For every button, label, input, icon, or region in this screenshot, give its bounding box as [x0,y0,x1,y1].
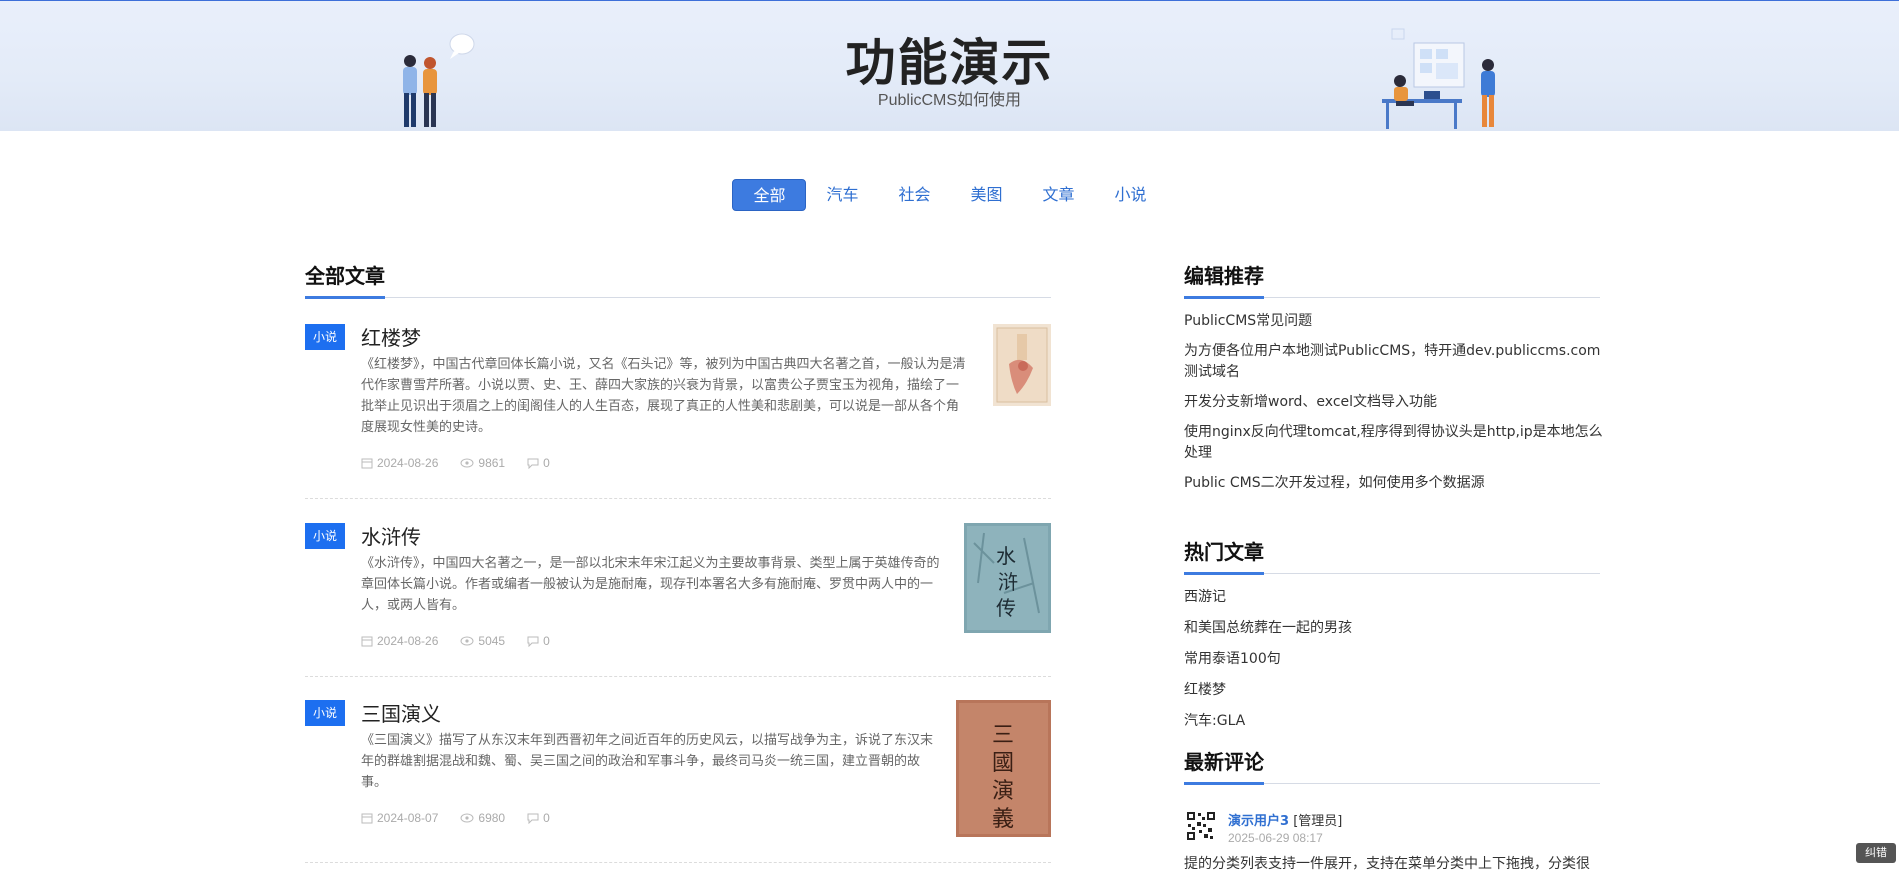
calendar-icon [361,458,373,469]
red-chamber-cover-image[interactable] [993,324,1051,406]
comments-meta: 0 [527,634,550,648]
latest-comments-accent [1184,782,1264,785]
article-date: 2024-08-26 [377,634,439,648]
hot-articles-heading: 热门文章 [1184,540,1264,564]
comment-icon [527,636,539,647]
comment-icon [527,813,539,824]
article-date: 2024-08-07 [377,811,439,825]
editor-pick-link[interactable]: 使用nginx反向代理tomcat,程序得到得协议头是http,ip是本地怎么处… [1184,422,1604,464]
comments-meta: 0 [527,456,550,470]
banner-title: 功能演示 [845,34,1054,92]
editor-picks-accent [1184,296,1264,299]
hot-articles-accent [1184,572,1264,575]
hot-article-link[interactable]: 汽车:GLA [1184,711,1604,732]
article-summary: 《三国演义》描写了从东汉末年到西晋初年之间近百年的历史风云，以描写战争为主，诉说… [361,733,934,790]
editor-pick-link[interactable]: 开发分支新增word、excel文档导入功能 [1184,392,1604,413]
article-item[interactable]: 小说 红楼梦 《红楼梦》，中国古代章回体长篇小说，又名《石头记》等，被列为中国古… [305,324,1051,499]
heading-accent [305,296,385,299]
tab-all[interactable]: 全部 [732,179,807,211]
latest-comments-heading: 最新评论 [1184,750,1264,774]
svg-text:浒: 浒 [998,570,1018,594]
hot-article-link[interactable]: 常用泰语100句 [1184,649,1604,670]
editor-pick-link[interactable]: Public CMS二次开发过程，如何使用多个数据源 [1184,473,1604,494]
svg-text:传: 传 [996,596,1016,620]
svg-text:水: 水 [996,544,1016,568]
category-badge[interactable]: 小说 [305,523,345,549]
hot-article-link[interactable]: 和美国总统葬在一起的男孩 [1184,618,1604,639]
water-margin-cover-image[interactable]: 水 浒 传 [964,523,1051,633]
feedback-button[interactable]: 纠错 [1856,843,1896,863]
comment-time: 2025-06-29 08:17 [1228,831,1323,845]
office-work-illustration [1382,28,1495,129]
article-date: 2024-08-26 [377,456,439,470]
article-summary: 《水浒传》，中国四大名著之一，是一部以北宋末年宋江起义为主要故事背景、类型上属于… [361,556,940,613]
article-views: 6980 [478,811,506,825]
category-tabs: 全部 汽车 社会 美图 文章 小说 [0,179,1899,211]
article-divider [305,862,1051,863]
tab-novels[interactable]: 小说 [1095,179,1167,211]
banner-subtitle: PublicCMS如何使用 [877,92,1022,109]
article-title[interactable]: 水浒传 [361,521,421,550]
tab-pictures[interactable]: 美图 [951,179,1023,211]
article-comments: 0 [543,811,550,825]
article-meta: 2024-08-26 5045 0 [361,634,550,648]
comment-username[interactable]: 演示用户3 [1228,814,1289,829]
category-badge[interactable]: 小说 [305,700,345,726]
date-meta: 2024-08-07 [361,811,438,825]
article-comments: 0 [543,456,550,470]
article-views: 9861 [478,456,506,470]
eye-icon [460,636,474,646]
editor-pick-link[interactable]: 为方便各位用户本地测试PublicCMS，特开通dev.publiccms.co… [1184,341,1604,383]
hot-article-link[interactable]: 红楼梦 [1184,680,1604,701]
three-kingdoms-cover-image[interactable]: 三 國 演 義 [956,700,1051,837]
views-meta: 5045 [460,634,505,648]
svg-text:義: 義 [992,807,1014,832]
eye-icon [460,458,474,468]
tab-cars[interactable]: 汽车 [806,179,878,211]
calendar-icon [361,636,373,647]
date-meta: 2024-08-26 [361,456,438,470]
date-meta: 2024-08-26 [361,634,438,648]
comment-icon [527,458,539,469]
article-title[interactable]: 三国演义 [361,698,441,727]
eye-icon [460,813,474,823]
svg-text:國: 國 [992,751,1014,776]
article-views: 5045 [478,634,506,648]
hot-articles-list: 西游记 和美国总统葬在一起的男孩 常用泰语100句 红楼梦 汽车:GLA [1184,587,1604,742]
category-badge[interactable]: 小说 [305,324,345,350]
tab-society[interactable]: 社会 [878,179,950,211]
article-meta: 2024-08-07 6980 0 [361,811,550,825]
tab-articles[interactable]: 文章 [1023,179,1095,211]
heading-divider [305,297,1051,298]
article-item[interactable]: 小说 三国演义 《三国演义》描写了从东汉末年到西晋初年之间近百年的历史风云，以描… [305,700,1051,863]
editor-picks-list: PublicCMS常见问题 为方便各位用户本地测试PublicCMS，特开通de… [1184,311,1604,503]
views-meta: 6980 [460,811,505,825]
hero-banner: 功能演示 PublicCMS如何使用 [0,1,1899,131]
article-divider [305,498,1051,499]
hot-article-link[interactable]: 西游记 [1184,587,1604,608]
article-comments: 0 [543,634,550,648]
comment-role: [管理员] [1293,814,1343,829]
editor-picks-heading: 编辑推荐 [1184,264,1264,288]
all-articles-heading: 全部文章 [305,264,385,288]
calendar-icon [361,813,373,824]
comments-meta: 0 [527,811,550,825]
comment-text[interactable]: 提的分类列表支持一件展开，支持在菜单分类中上下拖拽，分类很 [1184,853,1604,870]
svg-text:演: 演 [992,779,1014,804]
avatar[interactable] [1186,811,1216,841]
views-meta: 9861 [460,456,505,470]
editor-pick-link[interactable]: PublicCMS常见问题 [1184,311,1604,332]
article-summary: 《红楼梦》，中国古代章回体长篇小说，又名《石头记》等，被列为中国古典四大名著之首… [361,357,966,435]
svg-text:三: 三 [992,723,1014,748]
article-title[interactable]: 红楼梦 [361,322,421,351]
comment-author: 演示用户3 [管理员] [1228,810,1342,829]
article-meta: 2024-08-26 9861 0 [361,456,550,470]
article-item[interactable]: 小说 水浒传 《水浒传》，中国四大名著之一，是一部以北宋末年宋江起义为主要故事背… [305,523,1051,678]
article-divider [305,676,1051,677]
